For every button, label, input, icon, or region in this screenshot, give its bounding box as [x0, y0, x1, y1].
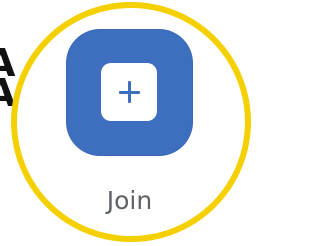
- join-button[interactable]: [66, 29, 193, 156]
- join-label[interactable]: Join: [66, 186, 193, 216]
- plus-vertical-stroke: [128, 81, 131, 103]
- screenshot-stage: A A : Join: [0, 0, 262, 246]
- plus-square-icon: [101, 63, 157, 121]
